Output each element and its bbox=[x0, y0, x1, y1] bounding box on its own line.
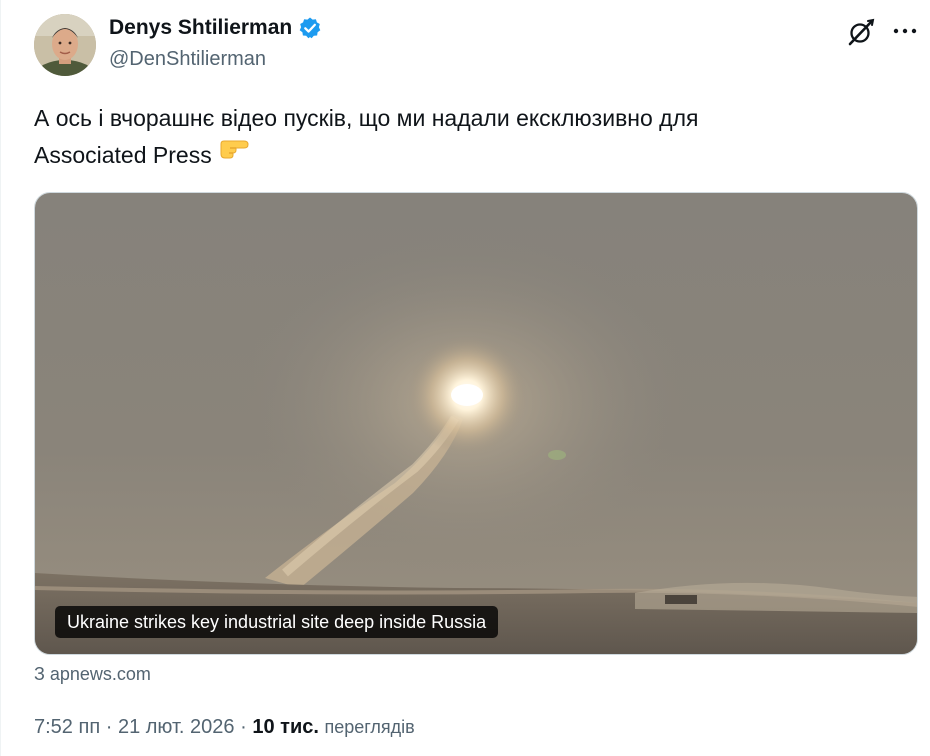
more-options-button[interactable] bbox=[890, 16, 920, 46]
grok-button[interactable] bbox=[846, 17, 876, 47]
timeline-divider bbox=[0, 0, 1, 756]
views-count: 10 тис. bbox=[252, 716, 319, 738]
verified-badge-icon bbox=[298, 16, 322, 40]
tweet-text: А ось і вчорашнє відео пусків, що ми над… bbox=[34, 100, 854, 174]
author-handle[interactable]: @DenShtilierman bbox=[109, 48, 266, 71]
meta-separator: · bbox=[240, 716, 247, 738]
avatar-image bbox=[34, 14, 96, 76]
grok-icon bbox=[848, 18, 875, 46]
meta-separator: · bbox=[105, 716, 113, 738]
author-name-row[interactable]: Denys Shtilierman bbox=[109, 16, 322, 40]
tweet-text-line-1: А ось і вчорашнє відео пусків, що ми над… bbox=[34, 105, 699, 131]
more-options-icon bbox=[893, 28, 917, 34]
card-caption: Ukraine strikes key industrial site deep… bbox=[55, 606, 499, 638]
tweet-date[interactable]: 21 лют. 2026 bbox=[118, 716, 235, 738]
author-name[interactable]: Denys Shtilierman bbox=[109, 16, 292, 40]
views-label: переглядів bbox=[324, 717, 415, 737]
avatar[interactable] bbox=[34, 14, 96, 76]
link-preview-card[interactable]: Ukraine strikes key industrial site deep… bbox=[34, 192, 918, 655]
card-source-link[interactable]: З apnews.com bbox=[34, 664, 151, 685]
launch-video-thumbnail bbox=[35, 193, 917, 654]
tweet-text-line-2-text: Associated Press bbox=[34, 142, 212, 168]
pointing-right-icon bbox=[218, 136, 252, 173]
tweet-meta: 7:52 пп · 21 лют. 2026 · 10 тис. перегля… bbox=[34, 716, 415, 739]
tweet-text-line-2: Associated Press bbox=[34, 137, 854, 174]
tweet-time[interactable]: 7:52 пп bbox=[34, 716, 100, 738]
